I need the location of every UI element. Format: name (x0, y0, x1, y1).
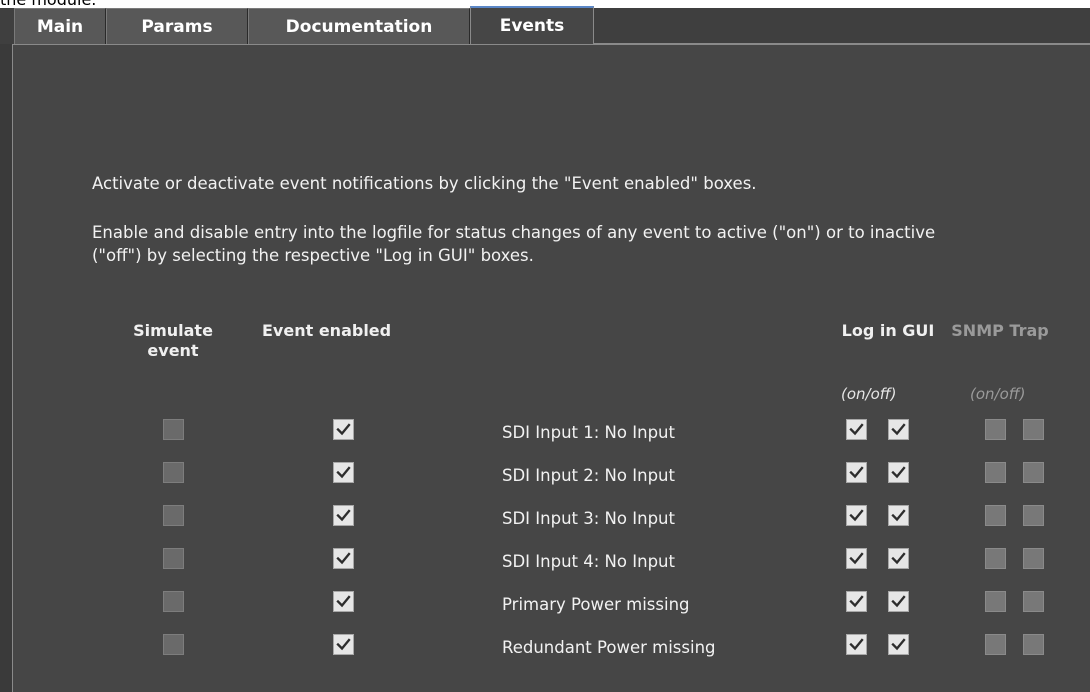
event-label: SDI Input 3: No Input (502, 509, 675, 528)
header-event-enabled: Event enabled (262, 321, 392, 340)
description-line-2b: ("off") by selecting the respective "Log… (92, 246, 534, 265)
event-label: Primary Power missing (502, 595, 690, 614)
log-gui-on-checkbox[interactable] (846, 634, 867, 655)
event-label: SDI Input 4: No Input (502, 552, 675, 571)
header-simulate-line2: event (147, 341, 199, 360)
log-gui-on-checkbox[interactable] (846, 591, 867, 612)
log-gui-off-checkbox[interactable] (888, 548, 909, 569)
header-simulate-event: Simulate event (112, 321, 234, 361)
simulate-event-checkbox[interactable] (163, 591, 184, 612)
snmp-trap-off-checkbox (1023, 548, 1044, 569)
description-line-2a: Enable and disable entry into the logfil… (92, 223, 936, 242)
simulate-event-checkbox[interactable] (163, 505, 184, 526)
event-enabled-checkbox[interactable] (333, 634, 354, 655)
snmp-trap-on-checkbox (985, 419, 1006, 440)
header-snmp-trap: SNMP Trap (951, 321, 1049, 340)
snmp-trap-off-checkbox (1023, 462, 1044, 483)
log-gui-off-checkbox[interactable] (888, 591, 909, 612)
event-enabled-checkbox[interactable] (333, 591, 354, 612)
event-enabled-checkbox[interactable] (333, 462, 354, 483)
log-gui-off-checkbox[interactable] (888, 505, 909, 526)
header-simulate-line1: Simulate (133, 321, 213, 340)
event-label: SDI Input 2: No Input (502, 466, 675, 485)
simulate-event-checkbox[interactable] (163, 634, 184, 655)
simulate-event-checkbox[interactable] (163, 548, 184, 569)
snmp-trap-on-checkbox (985, 591, 1006, 612)
snmp-trap-on-checkbox (985, 634, 1006, 655)
snmp-trap-on-checkbox (985, 462, 1006, 483)
snmp-trap-on-checkbox (985, 548, 1006, 569)
tab-documentation[interactable]: Documentation (248, 8, 470, 44)
event-enabled-checkbox[interactable] (333, 419, 354, 440)
log-gui-on-checkbox[interactable] (846, 419, 867, 440)
snmp-trap-on-checkbox (985, 505, 1006, 526)
snmp-trap-off-checkbox (1023, 505, 1044, 526)
log-on-off-label: (on/off) (841, 385, 897, 403)
event-enabled-checkbox[interactable] (333, 505, 354, 526)
snmp-trap-off-checkbox (1023, 419, 1044, 440)
tab-underline (594, 43, 1090, 44)
log-gui-off-checkbox[interactable] (888, 634, 909, 655)
panel-left-edge (0, 44, 12, 692)
description-line-1: Activate or deactivate event notificatio… (92, 174, 757, 193)
tab-events[interactable]: Events (470, 6, 594, 44)
simulate-event-checkbox[interactable] (163, 462, 184, 483)
log-gui-on-checkbox[interactable] (846, 462, 867, 483)
snmp-on-off-label: (on/off) (970, 385, 1026, 403)
tab-params[interactable]: Params (106, 8, 248, 44)
event-label: SDI Input 1: No Input (502, 423, 675, 442)
event-label: Redundant Power missing (502, 638, 716, 657)
event-enabled-checkbox[interactable] (333, 548, 354, 569)
log-gui-on-checkbox[interactable] (846, 548, 867, 569)
tab-main[interactable]: Main (14, 8, 106, 44)
snmp-trap-off-checkbox (1023, 634, 1044, 655)
log-gui-off-checkbox[interactable] (888, 419, 909, 440)
log-gui-on-checkbox[interactable] (846, 505, 867, 526)
simulate-event-checkbox[interactable] (163, 419, 184, 440)
snmp-trap-off-checkbox (1023, 591, 1044, 612)
header-log-in-gui: Log in GUI (841, 321, 935, 340)
log-gui-off-checkbox[interactable] (888, 462, 909, 483)
